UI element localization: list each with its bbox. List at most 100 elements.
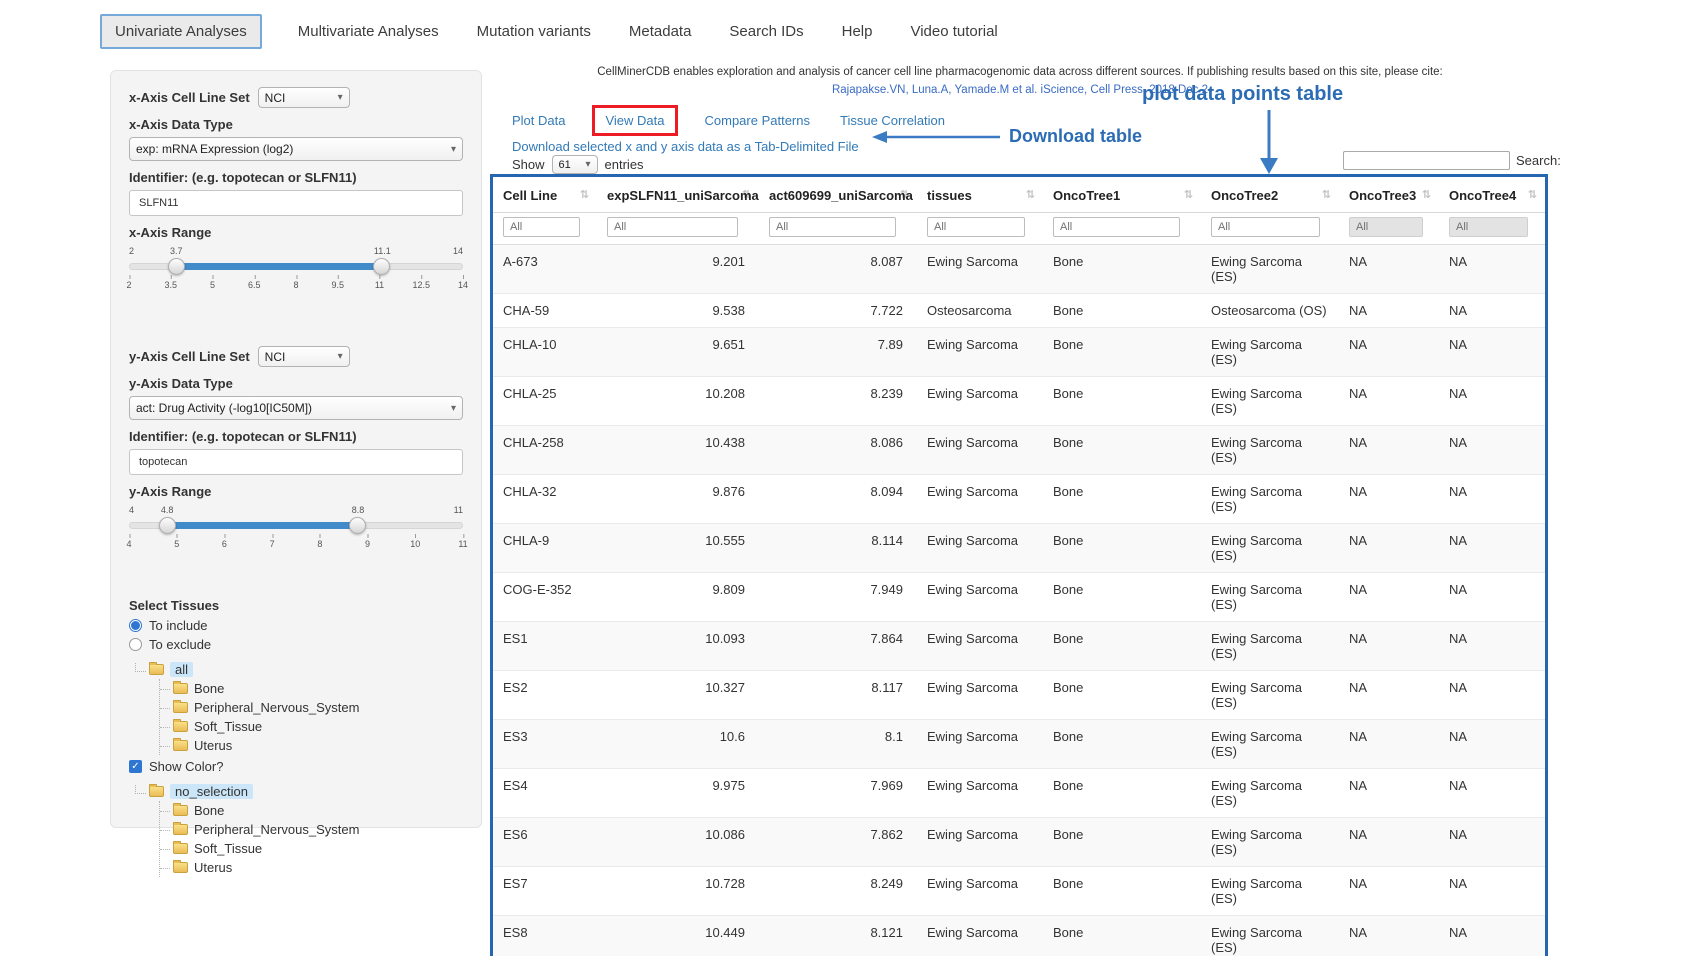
folder-icon (173, 740, 188, 751)
tree-item-soft-tissue[interactable]: Soft_Tissue (173, 839, 463, 858)
slider-tick-label: 8 (317, 539, 322, 549)
y-identifier-input[interactable] (129, 449, 463, 475)
x-identifier-input[interactable] (129, 190, 463, 216)
table-cell: Ewing Sarcoma (ES) (1201, 916, 1339, 956)
tree-root-all[interactable]: all (133, 662, 463, 677)
tissues-include-radio[interactable]: To include (129, 618, 463, 633)
table-cell: Ewing Sarcoma (ES) (1201, 573, 1339, 622)
table-cell: 8.087 (759, 245, 917, 294)
tab-help[interactable]: Help (840, 17, 875, 46)
slider-track[interactable] (129, 263, 463, 270)
table-cell: Ewing Sarcoma (ES) (1201, 622, 1339, 671)
slider-handle-high[interactable] (349, 517, 366, 534)
column-header-oncotree3[interactable]: ⇅OncoTree3 (1339, 177, 1439, 213)
filter-input-tissues[interactable] (927, 217, 1025, 237)
subtab-compare-patterns[interactable]: Compare Patterns (705, 113, 811, 128)
tree-item-bone[interactable]: Bone (173, 679, 463, 698)
table-cell: Osteosarcoma (917, 294, 1043, 328)
tab-mutation-variants[interactable]: Mutation variants (475, 17, 593, 46)
y-data-type-select[interactable]: act: Drug Activity (-log10[IC50M]) ▾ (129, 396, 463, 420)
x-cell-line-set-select[interactable]: NCI ▾ (258, 87, 350, 108)
column-header-oncotree4[interactable]: ⇅OncoTree4 (1439, 177, 1545, 213)
y-cell-line-set-label: y-Axis Cell Line Set (129, 349, 250, 364)
tree-item-peripheral-nervous-system[interactable]: Peripheral_Nervous_System (173, 820, 463, 839)
tree-item-uterus[interactable]: Uterus (173, 736, 463, 755)
table-cell: 10.093 (597, 622, 759, 671)
column-header-oncotree1[interactable]: ⇅OncoTree1 (1043, 177, 1201, 213)
table-cell: Ewing Sarcoma (917, 245, 1043, 294)
table-cell: 8.114 (759, 524, 917, 573)
slider-handle-low[interactable] (168, 258, 185, 275)
table-cell: Bone (1043, 671, 1201, 720)
table-cell: Ewing Sarcoma (ES) (1201, 475, 1339, 524)
table-cell: 7.864 (759, 622, 917, 671)
column-label: OncoTree2 (1211, 188, 1278, 203)
table-row: ES110.0937.864Ewing SarcomaBoneEwing Sar… (493, 622, 1545, 671)
subtab-view-data[interactable]: View Data (605, 113, 664, 128)
slider-tick-label: 4 (126, 539, 131, 549)
tree-connector-icon (135, 663, 146, 672)
column-header-cell-line[interactable]: ⇅Cell Line (493, 177, 597, 213)
citation-link[interactable]: Rajapakse.VN, Luna.A, Yamade.M et al. iS… (500, 84, 1540, 96)
subtab-plot-data[interactable]: Plot Data (512, 113, 565, 128)
table-cell: Ewing Sarcoma (917, 671, 1043, 720)
filter-input-cell-line[interactable] (503, 217, 580, 237)
annotation-table-border: ⇅Cell Line⇅expSLFN11_uniSarcoma⇅act60969… (490, 174, 1548, 956)
tree-item-bone[interactable]: Bone (173, 801, 463, 820)
tab-metadata[interactable]: Metadata (627, 17, 694, 46)
slider-handle-low[interactable] (159, 517, 176, 534)
table-cell: NA (1339, 524, 1439, 573)
table-cell: Ewing Sarcoma (ES) (1201, 426, 1339, 475)
filter-input-oncotree1[interactable] (1053, 217, 1180, 237)
filter-input-expslfn11-unisarcoma[interactable] (607, 217, 738, 237)
y-range-slider[interactable]: 44.88.8114567891011 (129, 505, 463, 561)
column-header-oncotree2[interactable]: ⇅OncoTree2 (1201, 177, 1339, 213)
download-link[interactable]: Download selected x and y axis data as a… (512, 139, 859, 154)
tab-multivariate-analyses[interactable]: Multivariate Analyses (296, 17, 441, 46)
table-row: COG-E-3529.8097.949Ewing SarcomaBoneEwin… (493, 573, 1545, 622)
table-cell: NA (1439, 475, 1545, 524)
tree-item-peripheral-nervous-system[interactable]: Peripheral_Nervous_System (173, 698, 463, 717)
slider-max-label: 14 (453, 246, 463, 256)
chevron-down-icon: ▾ (586, 159, 591, 170)
column-header-expslfn11-unisarcoma[interactable]: ⇅expSLFN11_uniSarcoma (597, 177, 759, 213)
table-cell: Ewing Sarcoma (917, 818, 1043, 867)
column-header-tissues[interactable]: ⇅tissues (917, 177, 1043, 213)
table-cell: 8.094 (759, 475, 917, 524)
table-row: CHA-599.5387.722OsteosarcomaBoneOsteosar… (493, 294, 1545, 328)
tree-root-no-selection[interactable]: no_selection (133, 784, 463, 799)
slider-track[interactable] (129, 522, 463, 529)
entries-select[interactable]: 61 ▾ (552, 155, 598, 174)
slider-tick-label: 5 (174, 539, 179, 549)
tab-univariate-analyses[interactable]: Univariate Analyses (100, 14, 262, 49)
tree-item-soft-tissue[interactable]: Soft_Tissue (173, 717, 463, 736)
x-range-slider[interactable]: 23.711.11423.556.589.51112.514 (129, 246, 463, 302)
tab-search-ids[interactable]: Search IDs (727, 17, 805, 46)
table-cell: NA (1339, 377, 1439, 426)
show-color-checkbox[interactable]: ✓ Show Color? (129, 759, 463, 774)
chevron-down-icon: ▾ (451, 403, 456, 414)
slider-tick-label: 6 (222, 539, 227, 549)
tree-item-label: Peripheral_Nervous_System (194, 822, 359, 837)
slider-tick-label: 9 (365, 539, 370, 549)
tissue-tree-exclude: no_selection Bone Peripheral_Nervous_Syst… (133, 784, 463, 877)
tree-item-label: Peripheral_Nervous_System (194, 700, 359, 715)
table-cell: 7.89 (759, 328, 917, 377)
sort-icon: ⇅ (1422, 188, 1431, 201)
search-input[interactable] (1343, 151, 1510, 170)
table-cell: NA (1439, 818, 1545, 867)
tissues-exclude-radio[interactable]: To exclude (129, 637, 463, 652)
tab-video-tutorial[interactable]: Video tutorial (908, 17, 999, 46)
sort-icon: ⇅ (1528, 188, 1537, 201)
table-cell: NA (1439, 426, 1545, 475)
table-cell: ES1 (493, 622, 597, 671)
column-header-act609699-unisarcoma[interactable]: ⇅act609699_uniSarcoma (759, 177, 917, 213)
y-cell-line-set-select[interactable]: NCI ▾ (258, 346, 350, 367)
tree-item-uterus[interactable]: Uterus (173, 858, 463, 877)
slider-handle-high[interactable] (373, 258, 390, 275)
slider-tick-label: 5 (210, 280, 215, 290)
filter-input-oncotree2[interactable] (1211, 217, 1320, 237)
table-cell: 8.086 (759, 426, 917, 475)
filter-input-act609699-unisarcoma[interactable] (769, 217, 896, 237)
x-data-type-select[interactable]: exp: mRNA Expression (log2) ▾ (129, 137, 463, 161)
